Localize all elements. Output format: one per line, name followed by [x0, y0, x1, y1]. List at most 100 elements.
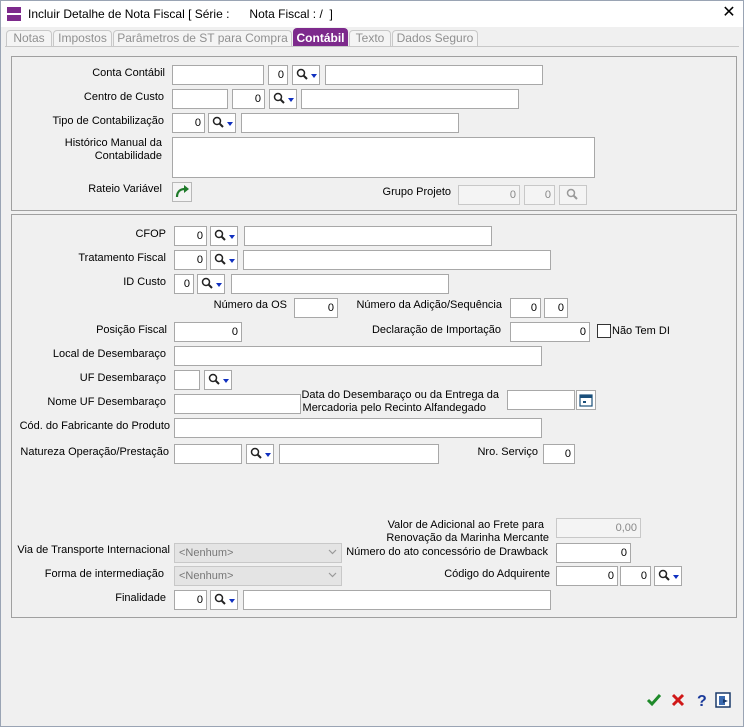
- cfop-label: CFOP: [135, 228, 166, 240]
- nome-uf-label: Nome UF Desembaraço: [47, 396, 166, 408]
- chevron-down-icon: [265, 453, 271, 457]
- codigo-adquirente-lookup-button[interactable]: [654, 566, 682, 586]
- tab-texto[interactable]: Texto: [349, 30, 391, 46]
- natureza-desc-input[interactable]: [279, 444, 439, 464]
- calendar-button[interactable]: [576, 390, 596, 410]
- forma-intermediacao-select: <Nenhum>: [174, 566, 342, 586]
- chevron-down-icon: [223, 379, 229, 383]
- centro-custo-label: Centro de Custo: [83, 91, 164, 103]
- tipo-contabilizacao-num-input[interactable]: 0: [172, 113, 205, 133]
- conta-contabil-num-input[interactable]: 0: [268, 65, 288, 85]
- cod-fabricante-input[interactable]: [174, 418, 542, 438]
- posicao-fiscal-input[interactable]: 0: [174, 322, 242, 342]
- tratamento-fiscal-lookup-button[interactable]: [210, 250, 238, 270]
- title-bar: Incluir Detalhe de Nota Fiscal [ Série :…: [1, 1, 743, 27]
- cfop-lookup-button[interactable]: [210, 226, 238, 246]
- tratamento-fiscal-label: Tratamento Fiscal: [78, 252, 166, 264]
- window-title: Incluir Detalhe de Nota Fiscal [ Série :…: [28, 7, 333, 21]
- search-icon: [566, 188, 578, 200]
- finalidade-label: Finalidade: [115, 592, 166, 604]
- chevron-down-icon: [229, 259, 235, 263]
- conta-contabil-desc-input[interactable]: [325, 65, 543, 85]
- grupo-projeto-lookup-button: [559, 185, 587, 205]
- uf-desembaraco-label: UF Desembaraço: [79, 372, 166, 384]
- confirm-button[interactable]: [645, 691, 665, 711]
- declaracao-input[interactable]: 0: [510, 322, 590, 342]
- tab-dados-seguro[interactable]: Dados Seguro: [392, 30, 478, 46]
- numero-adicao-label: Número da Adição/Sequência: [356, 299, 502, 311]
- help-button[interactable]: ?: [693, 691, 713, 711]
- sequencia-input[interactable]: 0: [544, 298, 568, 318]
- search-icon: [214, 593, 226, 605]
- via-transporte-label: Via de Transporte Internacional: [17, 544, 170, 556]
- chevron-down-icon: [328, 549, 337, 555]
- natureza-code-input[interactable]: [174, 444, 242, 464]
- search-icon: [214, 229, 226, 241]
- tab-notas[interactable]: Notas: [6, 30, 52, 46]
- chevron-down-icon: [229, 599, 235, 603]
- close-icon[interactable]: ✕: [719, 4, 739, 22]
- tab-contabil[interactable]: Contábil: [293, 28, 348, 47]
- uf-desembaraco-input[interactable]: [174, 370, 200, 390]
- cfop-desc-input[interactable]: [244, 226, 492, 246]
- finalidade-lookup-button[interactable]: [210, 590, 238, 610]
- uf-desembaraco-lookup-button[interactable]: [204, 370, 232, 390]
- nro-servico-label: Nro. Serviço: [477, 446, 538, 458]
- exit-button[interactable]: [714, 691, 734, 711]
- natureza-label: Natureza Operação/Prestação: [20, 446, 169, 458]
- codigo-adquirente-input-1[interactable]: 0: [556, 566, 618, 586]
- centro-custo-code-input[interactable]: [172, 89, 228, 109]
- rateio-button[interactable]: [172, 182, 192, 202]
- numero-drawback-input[interactable]: 0: [556, 543, 631, 563]
- grupo-projeto-input-2: 0: [524, 185, 555, 205]
- numero-os-label: Número da OS: [213, 299, 287, 311]
- tab-parametros-st[interactable]: Parâmetros de ST para Compra: [113, 30, 292, 46]
- conta-contabil-lookup-button[interactable]: [292, 65, 320, 85]
- data-desembaraco-input[interactable]: [507, 390, 575, 410]
- local-desembaraco-input[interactable]: [174, 346, 542, 366]
- id-custo-lookup-button[interactable]: [197, 274, 225, 294]
- search-icon: [201, 277, 213, 289]
- chevron-down-icon: [216, 283, 222, 287]
- codigo-adquirente-input-2[interactable]: 0: [620, 566, 651, 586]
- centro-custo-desc-input[interactable]: [301, 89, 519, 109]
- tratamento-fiscal-num-input[interactable]: 0: [174, 250, 207, 270]
- via-transporte-value: <Nenhum>: [179, 547, 234, 559]
- conta-contabil-label: Conta Contábil: [92, 67, 165, 79]
- search-icon: [212, 116, 224, 128]
- check-icon: [646, 694, 662, 707]
- numero-adicao-input[interactable]: 0: [510, 298, 541, 318]
- cod-fabricante-label: Cód. do Fabricante do Produto: [19, 420, 170, 432]
- svg-text:?: ?: [697, 693, 707, 709]
- tab-impostos[interactable]: Impostos: [53, 30, 112, 46]
- finalidade-num-input[interactable]: 0: [174, 590, 207, 610]
- nro-servico-input[interactable]: 0: [543, 444, 575, 464]
- id-custo-desc-input[interactable]: [231, 274, 449, 294]
- cfop-num-input[interactable]: 0: [174, 226, 207, 246]
- search-icon: [296, 68, 308, 80]
- exit-icon: [715, 692, 731, 708]
- cancel-button[interactable]: [669, 691, 689, 711]
- calendar-icon: [579, 394, 593, 407]
- finalidade-desc-input[interactable]: [243, 590, 551, 610]
- conta-contabil-code-input[interactable]: [172, 65, 264, 85]
- chevron-down-icon: [227, 122, 233, 126]
- nome-uf-input[interactable]: [174, 394, 301, 414]
- natureza-lookup-button[interactable]: [246, 444, 274, 464]
- search-icon: [273, 92, 285, 104]
- posicao-fiscal-label: Posição Fiscal: [96, 324, 167, 336]
- centro-custo-num-input[interactable]: 0: [232, 89, 265, 109]
- nao-tem-di-checkbox[interactable]: [597, 324, 611, 338]
- declaracao-label: Declaração de Importação: [371, 324, 501, 336]
- tipo-contabilizacao-desc-input[interactable]: [241, 113, 459, 133]
- id-custo-num-input[interactable]: 0: [174, 274, 194, 294]
- tipo-contabilizacao-lookup-button[interactable]: [208, 113, 236, 133]
- search-icon: [208, 373, 220, 385]
- tratamento-fiscal-desc-input[interactable]: [243, 250, 551, 270]
- help-icon: ?: [697, 693, 707, 710]
- numero-os-input[interactable]: 0: [294, 298, 338, 318]
- historico-textarea[interactable]: [172, 137, 595, 178]
- valor-frete-input: 0,00: [556, 518, 641, 538]
- chevron-down-icon: [288, 98, 294, 102]
- centro-custo-lookup-button[interactable]: [269, 89, 297, 109]
